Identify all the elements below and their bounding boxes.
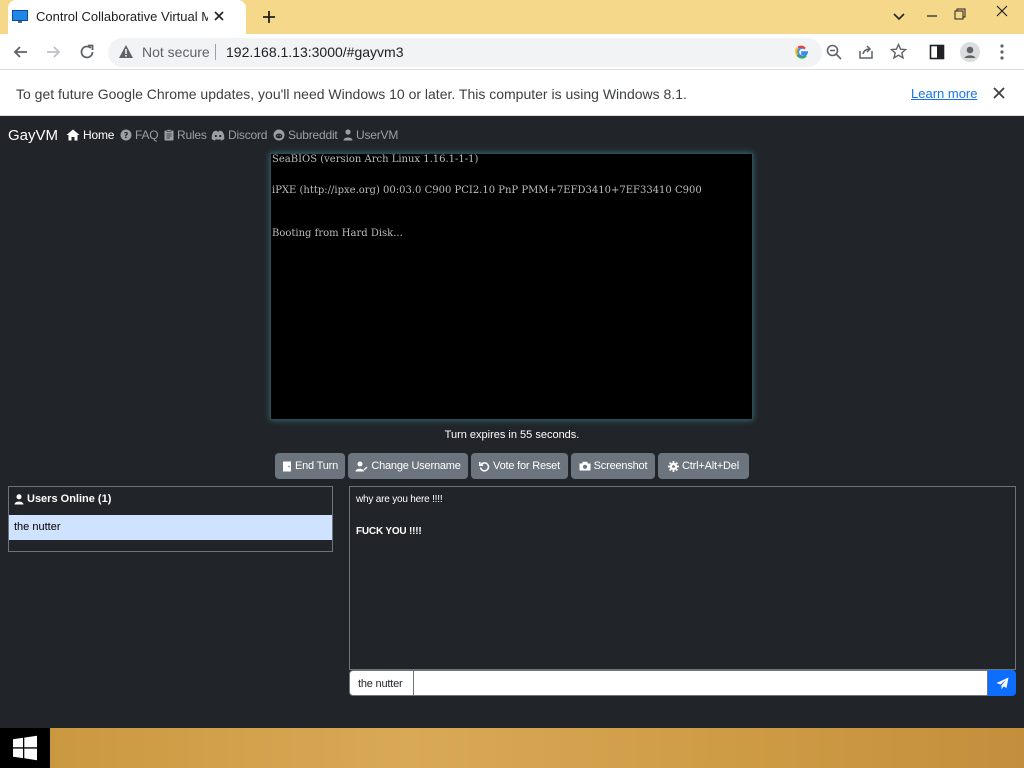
nav-discord[interactable]: Discord	[211, 128, 267, 142]
nav-rules-label: Rules	[177, 128, 207, 142]
forward-arrow-icon[interactable]	[44, 43, 62, 61]
ctrl-alt-del-label: Ctrl+Alt+Del	[682, 460, 739, 472]
nav-discord-label: Discord	[228, 128, 268, 142]
google-lens-icon[interactable]	[794, 44, 810, 60]
nav-uservm-label: UserVM	[356, 128, 399, 142]
gear-icon	[668, 460, 680, 472]
warning-triangle-icon[interactable]	[118, 44, 134, 59]
user-edit-icon	[355, 461, 368, 472]
nav-rules[interactable]: Rules	[164, 128, 207, 142]
tab-title: Control Collaborative Virtual Ma	[36, 9, 208, 24]
chat-username-label: the nutter	[349, 670, 414, 696]
infobar-message: To get future Google Chrome updates, you…	[16, 86, 687, 102]
windows-taskbar	[0, 728, 1024, 768]
change-username-label: Change Username	[371, 460, 461, 472]
nav-faq-label: FAQ	[135, 128, 159, 142]
chat-log	[349, 486, 1016, 670]
vm-console-line: Booting from Hard Disk...	[272, 228, 403, 239]
vm-console-line: iPXE (http://ipxe.org) 00:03.0 C900 PCI2…	[272, 185, 702, 196]
nav-uservm[interactable]: UserVM	[343, 128, 398, 142]
user-icon	[14, 493, 24, 505]
window-minimize-icon[interactable]	[924, 8, 940, 24]
end-turn-label: End Turn	[294, 460, 339, 472]
window-close-icon[interactable]	[980, 0, 1024, 22]
site-brand[interactable]: GayVM	[8, 127, 58, 144]
users-online-header: Users Online (1)	[14, 493, 111, 505]
reddit-icon	[273, 129, 285, 141]
door-icon	[282, 461, 292, 472]
back-arrow-icon[interactable]	[12, 43, 30, 61]
bookmark-star-icon[interactable]	[890, 43, 907, 60]
screenshot-label: Screenshot	[593, 460, 648, 472]
vm-console-line: SeaBIOS (version Arch Linux 1.16.1-1-1)	[272, 154, 479, 165]
windows-start-icon[interactable]	[0, 728, 50, 768]
camera-icon	[579, 461, 591, 471]
question-circle-icon: ?	[120, 129, 132, 141]
kebab-menu-icon[interactable]	[996, 43, 1008, 61]
chat-message: FUCK YOU !!!!	[356, 526, 422, 537]
profile-avatar-icon[interactable]	[960, 42, 980, 62]
undo-icon	[479, 461, 490, 472]
svg-text:?: ?	[124, 131, 129, 140]
window-restore-icon[interactable]	[952, 6, 968, 22]
side-panel-icon[interactable]	[929, 44, 945, 60]
url-separator	[215, 44, 216, 60]
discord-icon	[211, 130, 225, 141]
chat-message: why are you here !!!!	[356, 494, 443, 505]
zoom-out-icon[interactable]	[826, 44, 842, 60]
not-secure-label[interactable]: Not secure	[142, 44, 210, 60]
user-icon	[343, 129, 353, 141]
nav-faq[interactable]: ? FAQ	[120, 128, 159, 142]
clipboard-icon	[164, 129, 174, 141]
users-online-title: Users Online (1)	[27, 493, 112, 505]
change-username-button[interactable]: Change Username	[348, 453, 468, 479]
new-tab-icon[interactable]	[260, 8, 278, 26]
nav-subreddit-label: Subreddit	[288, 128, 338, 142]
chat-send-button[interactable]	[988, 670, 1016, 696]
tab-search-chevron-icon[interactable]	[890, 9, 908, 25]
paper-plane-icon	[996, 677, 1009, 690]
chat-input[interactable]	[414, 670, 988, 696]
screenshot-button[interactable]: Screenshot	[571, 453, 655, 479]
turn-timer-text: Turn expires in 55 seconds.	[444, 429, 580, 441]
nav-subreddit[interactable]: Subreddit	[273, 128, 338, 142]
user-list-item[interactable]: the nutter	[9, 515, 332, 540]
nav-home[interactable]: Home	[66, 128, 114, 142]
vote-reset-label: Vote for Reset	[493, 460, 560, 472]
infobar-close-icon[interactable]	[992, 86, 1006, 100]
share-icon[interactable]	[858, 44, 874, 60]
ctrl-alt-del-button[interactable]: Ctrl+Alt+Del	[658, 453, 749, 479]
nav-home-label: Home	[83, 128, 115, 142]
url-text[interactable]: 192.168.1.13:3000/#gayvm3	[226, 44, 403, 60]
tab-close-icon[interactable]	[212, 9, 226, 23]
end-turn-button[interactable]: End Turn	[275, 453, 345, 479]
reload-icon[interactable]	[77, 42, 97, 62]
vote-reset-button[interactable]: Vote for Reset	[471, 453, 568, 479]
vm-display[interactable]: SeaBIOS (version Arch Linux 1.16.1-1-1) …	[270, 153, 753, 420]
home-icon	[66, 129, 80, 141]
monitor-favicon-icon	[12, 10, 28, 24]
learn-more-link[interactable]: Learn more	[911, 86, 977, 101]
